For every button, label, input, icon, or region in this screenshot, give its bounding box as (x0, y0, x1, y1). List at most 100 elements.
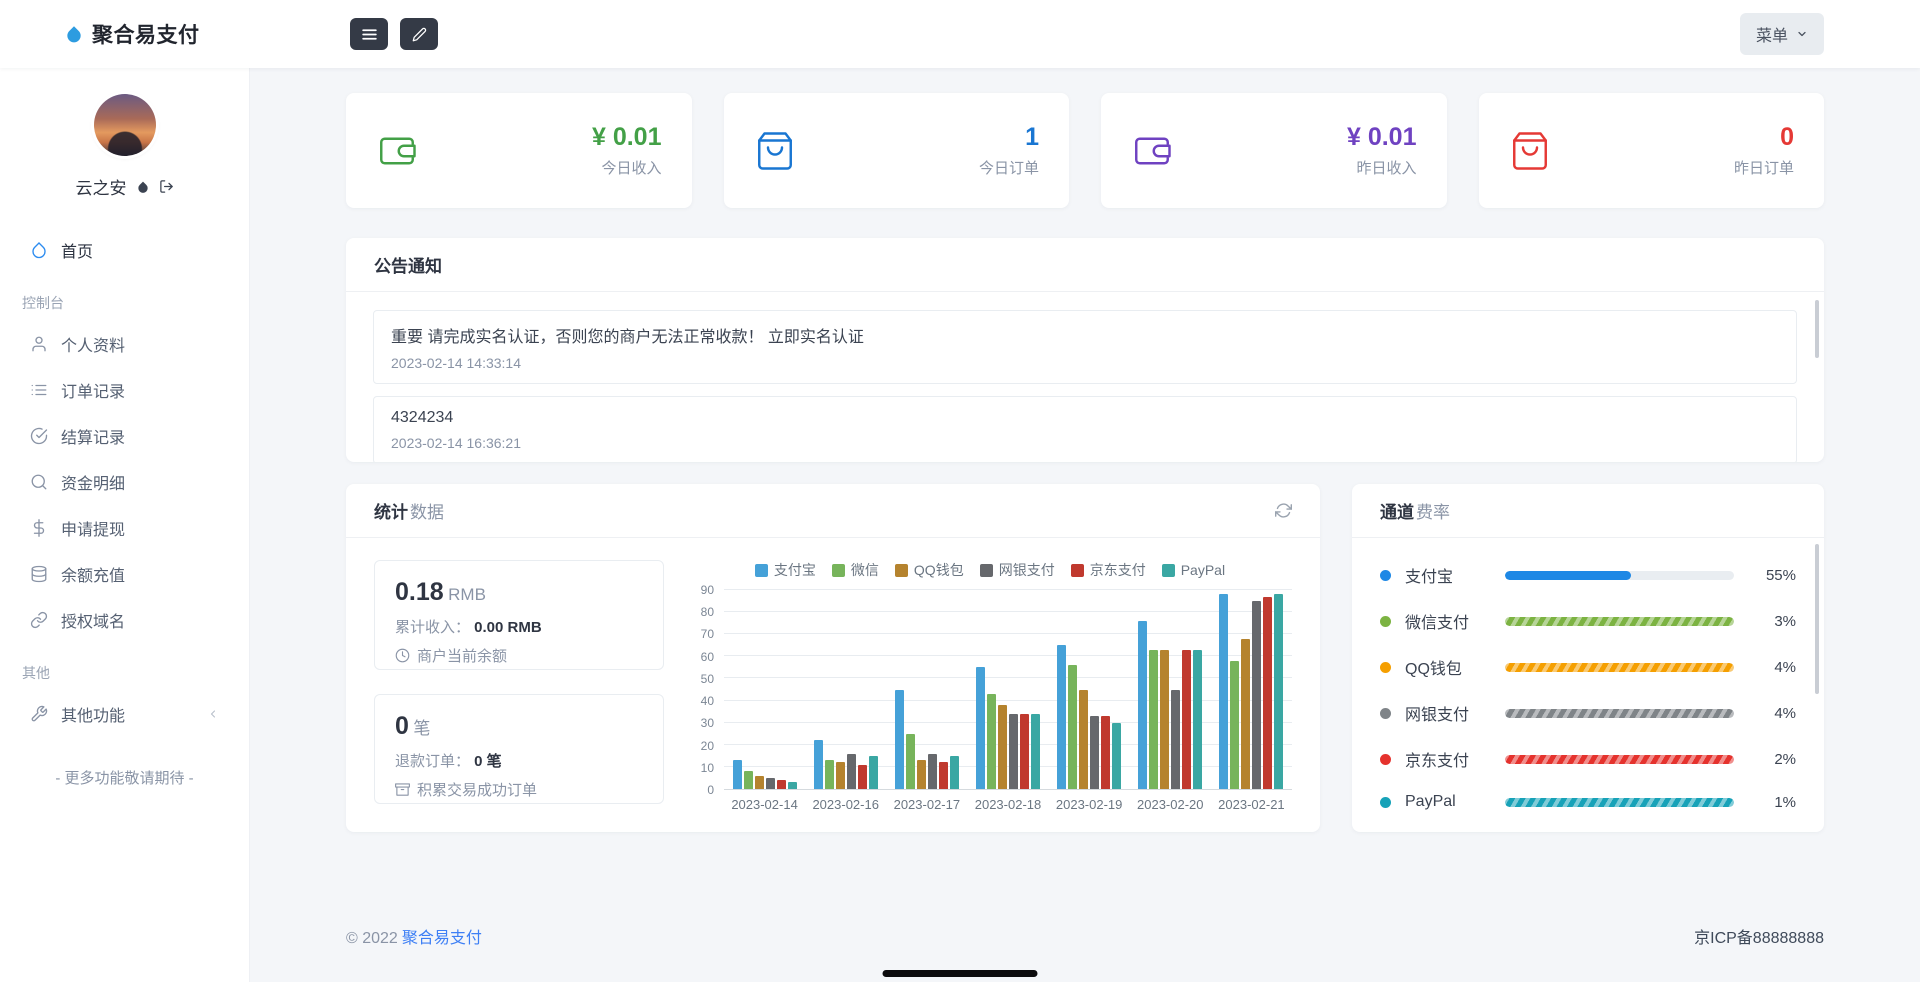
chart-bar[interactable] (1241, 639, 1250, 789)
channel-row[interactable]: QQ钱包 4% (1380, 649, 1796, 685)
brand[interactable]: 聚合易支付 (0, 19, 250, 49)
chart-bar[interactable] (928, 754, 937, 789)
chart-bar[interactable] (1182, 650, 1191, 789)
chart-bar[interactable] (777, 780, 786, 789)
chart-bar[interactable] (1149, 650, 1158, 789)
chart-bar[interactable] (987, 694, 996, 789)
theme-brush-button[interactable] (400, 18, 438, 50)
legend-item[interactable]: QQ钱包 (895, 560, 964, 580)
sidebar-item-label: 资金明细 (61, 470, 125, 494)
logout-icon[interactable] (159, 179, 174, 194)
dollar-icon (30, 519, 48, 537)
legend-item[interactable]: 网银支付 (980, 560, 1055, 580)
channel-row[interactable]: 京东支付 2% (1380, 741, 1796, 777)
announcement-item[interactable]: 重要 请完成实名认证，否则您的商户无法正常收款！ 立即实名认证 2023-02-… (373, 310, 1797, 384)
footer: © 2022聚合易支付 京ICP备88888888 (346, 924, 1824, 948)
stat-label: 今日收入 (592, 157, 662, 178)
chart-bar[interactable] (814, 740, 823, 789)
chart-bar[interactable] (917, 760, 926, 789)
chart-bar[interactable] (1101, 716, 1110, 789)
stat-label: 今日订单 (979, 157, 1039, 178)
chart-bar[interactable] (1171, 690, 1180, 790)
chart-bar[interactable] (1138, 621, 1147, 789)
menu-dropdown-button[interactable]: 菜单 (1740, 13, 1824, 55)
channel-rate: 55% (1748, 567, 1796, 584)
legend-swatch (755, 564, 768, 577)
scrollbar-thumb[interactable] (1815, 300, 1819, 358)
legend-item[interactable]: PayPal (1162, 560, 1225, 580)
channel-row[interactable]: 支付宝 55% (1380, 557, 1796, 593)
sidebar-item-funds[interactable]: 资金明细 (0, 459, 249, 505)
x-tick-label: 2023-02-20 (1130, 797, 1211, 812)
chart-bar[interactable] (1263, 597, 1272, 789)
chart-bar[interactable] (1219, 594, 1228, 789)
channel-rate: 1% (1748, 794, 1796, 811)
chart-bar[interactable] (847, 754, 856, 789)
chart-bar[interactable] (1112, 723, 1121, 789)
chart-bar[interactable] (766, 778, 775, 789)
chart-bar[interactable] (1160, 650, 1169, 789)
stat-card-today-orders[interactable]: 1 今日订单 (724, 93, 1070, 208)
sidebar-item-orders[interactable]: 订单记录 (0, 367, 249, 413)
chart-bar[interactable] (869, 756, 878, 789)
footer-brand-link[interactable]: 聚合易支付 (402, 930, 482, 947)
chart-bar[interactable] (1057, 645, 1066, 789)
avatar[interactable] (94, 94, 156, 156)
sidebar-item-recharge[interactable]: 余额充值 (0, 551, 249, 597)
sidebar-item-other-functions[interactable]: 其他功能 (0, 691, 249, 737)
sidebar-item-home[interactable]: 首页 (0, 227, 249, 273)
sidebar-toggle-button[interactable] (350, 18, 388, 50)
chart-bar[interactable] (976, 667, 985, 789)
chart-bar[interactable] (1230, 661, 1239, 789)
channel-rate: 4% (1748, 659, 1796, 676)
scrollbar-thumb[interactable] (1815, 544, 1819, 694)
refresh-icon[interactable] (1275, 502, 1292, 519)
chart-bar[interactable] (939, 762, 948, 789)
chart-bar[interactable] (825, 760, 834, 789)
refund-value: 0 (395, 712, 409, 740)
legend-item[interactable]: 支付宝 (755, 560, 816, 580)
legend-item[interactable]: 微信 (832, 560, 879, 580)
chart-bar[interactable] (788, 782, 797, 789)
chart-bar[interactable] (1009, 714, 1018, 789)
chart-bar[interactable] (836, 762, 845, 789)
chart-bar[interactable] (733, 760, 742, 789)
stat-label: 昨日收入 (1347, 157, 1417, 178)
sidebar-section-console: 控制台 (0, 273, 249, 321)
theme-drop-icon[interactable] (136, 180, 150, 194)
stat-card-yesterday-orders[interactable]: 0 昨日订单 (1479, 93, 1825, 208)
chart-bar[interactable] (1193, 650, 1202, 789)
chart-bar[interactable] (755, 776, 764, 789)
chart-bar[interactable] (895, 690, 904, 790)
stat-card-today-income[interactable]: ¥ 0.01 今日收入 (346, 93, 692, 208)
chart-bar[interactable] (998, 705, 1007, 789)
stat-label: 昨日订单 (1734, 157, 1794, 178)
chart-bar[interactable] (950, 756, 959, 789)
chart-bar[interactable] (1252, 601, 1261, 789)
chart-bar[interactable] (1090, 716, 1099, 789)
chart-bar[interactable] (858, 765, 867, 789)
chart-bar[interactable] (1020, 714, 1029, 789)
bar-group (1211, 590, 1292, 789)
menu-button-label: 菜单 (1756, 22, 1788, 46)
legend-item[interactable]: 京东支付 (1071, 560, 1146, 580)
sidebar-section-other: 其他 (0, 643, 249, 691)
sidebar-item-domains[interactable]: 授权域名 (0, 597, 249, 643)
channel-row[interactable]: 网银支付 4% (1380, 695, 1796, 731)
sidebar-item-settlements[interactable]: 结算记录 (0, 413, 249, 459)
chart-bar[interactable] (744, 771, 753, 789)
channel-dot (1380, 570, 1391, 581)
channel-row[interactable]: 微信支付 3% (1380, 603, 1796, 639)
stat-value: ¥ 0.01 (1347, 123, 1417, 152)
chart-bar[interactable] (1068, 665, 1077, 789)
announcement-text: 4324234 (391, 409, 1779, 427)
chart-bar[interactable] (1274, 594, 1283, 789)
channel-row[interactable]: PayPal 1% (1380, 787, 1796, 817)
sidebar-item-profile[interactable]: 个人资料 (0, 321, 249, 367)
sidebar-item-withdraw[interactable]: 申请提现 (0, 505, 249, 551)
stat-card-yesterday-income[interactable]: ¥ 0.01 昨日收入 (1101, 93, 1447, 208)
chart-bar[interactable] (906, 734, 915, 789)
chart-bar[interactable] (1079, 690, 1088, 790)
announcement-item[interactable]: 4324234 2023-02-14 16:36:21 (373, 396, 1797, 462)
chart-bar[interactable] (1031, 714, 1040, 789)
